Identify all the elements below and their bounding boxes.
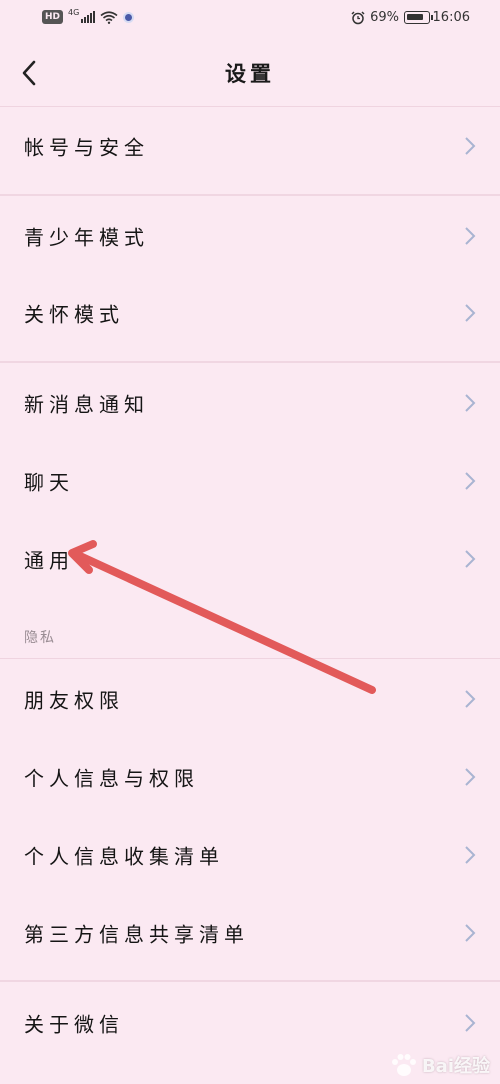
chevron-right-icon [465,304,476,322]
watermark-text: Bai经验 [421,1056,490,1077]
chevron-right-icon [465,472,476,490]
menu-item-label: 个人信息收集清单 [24,844,224,869]
chevron-right-icon [465,550,476,568]
alarm-icon [351,10,365,24]
page-title: 设置 [225,62,275,86]
app-notification-icon [123,11,135,23]
paw-logo-icon [391,1054,416,1076]
menu-item-youth-mode[interactable]: 青少年模式 [0,197,500,275]
menu-item-about-wechat[interactable]: 关于微信 [0,984,500,1062]
menu-item-chat[interactable]: 聊天 [0,442,500,520]
battery-icon [404,11,433,24]
menu-item-label: 关怀模式 [24,302,124,327]
battery-percent: 69% [370,10,399,25]
chevron-right-icon [465,690,476,708]
privacy-section-header: 隐私 [24,630,56,646]
chevron-right-icon [465,924,476,942]
section-divider [0,980,500,982]
status-bar: HD 4G 69% 16:06 [0,0,500,40]
chevron-right-icon [465,768,476,786]
menu-item-label: 帐号与安全 [24,135,149,160]
menu-item-account-security[interactable]: 帐号与安全 [0,107,500,185]
menu-item-label: 个人信息与权限 [24,766,199,791]
chevron-right-icon [465,1014,476,1032]
menu-item-label: 青少年模式 [24,225,149,250]
chevron-right-icon [465,394,476,412]
section-divider [0,361,500,363]
chevron-right-icon [465,846,476,864]
status-right: 69% [351,10,433,25]
chevron-right-icon [465,227,476,245]
menu-item-label: 第三方信息共享清单 [24,922,249,947]
wifi-icon [100,10,118,24]
menu-item-notifications[interactable]: 新消息通知 [0,364,500,442]
menu-item-label: 朋友权限 [24,688,124,713]
divider [0,658,500,659]
menu-item-personal-info-list[interactable]: 个人信息收集清单 [0,816,500,894]
signal-icon [81,11,96,23]
nav-bar: 设置 [0,40,500,106]
status-left: HD 4G [42,7,135,24]
menu-item-general[interactable]: 通用 [0,520,500,598]
menu-item-care-mode[interactable]: 关怀模式 [0,274,500,352]
network-type: 4G [68,7,80,17]
chevron-right-icon [465,137,476,155]
section-divider [0,194,500,196]
watermark: Bai经验 [390,1052,490,1078]
menu-item-label: 聊天 [24,470,74,495]
menu-item-personal-info-permissions[interactable]: 个人信息与权限 [0,738,500,816]
hd-badge: HD [42,10,64,24]
menu-item-friend-permissions[interactable]: 朋友权限 [0,660,500,738]
menu-item-label: 通用 [24,548,74,573]
status-time: 16:06 [432,10,470,25]
menu-item-third-party-list[interactable]: 第三方信息共享清单 [0,894,500,972]
menu-item-label: 新消息通知 [24,392,149,417]
menu-item-label: 关于微信 [24,1012,124,1037]
